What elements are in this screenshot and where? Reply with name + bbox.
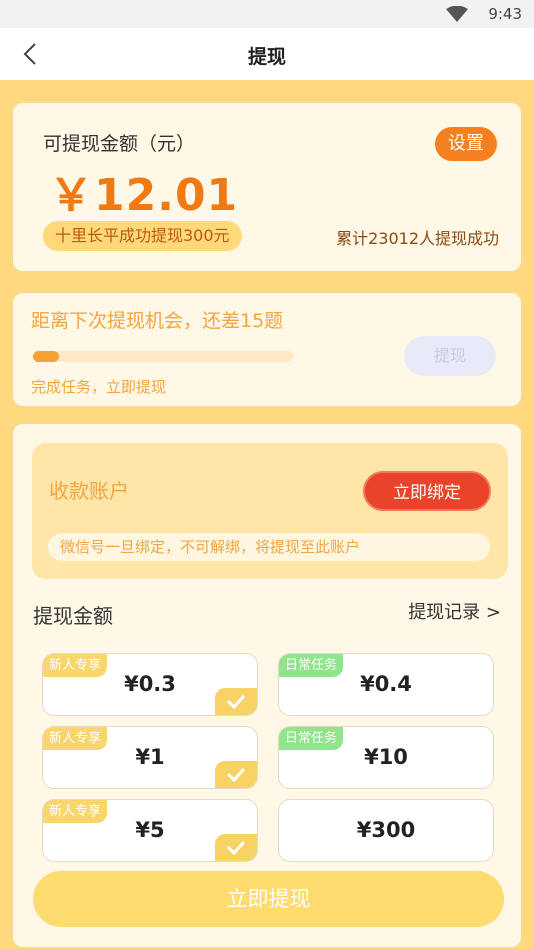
withdraw-record-link[interactable]: 提现记录 > <box>408 598 501 624</box>
amount-section-title: 提现金额 <box>33 604 113 628</box>
amount-option-0[interactable]: 新人专享 ¥0.3 <box>42 653 258 716</box>
withdraw-main-card: 收款账户 立即绑定 微信号一旦绑定，不可解绑，将提现至此账户 提现金额 提现记录… <box>11 422 523 949</box>
next-chance-title: 距离下次提现机会，还差15题 <box>31 310 284 332</box>
bind-account-button[interactable]: 立即绑定 <box>363 471 491 511</box>
settings-button[interactable]: 设置 <box>435 127 497 161</box>
check-icon <box>215 834 257 861</box>
account-note: 微信号一旦绑定，不可解绑，将提现至此账户 <box>48 533 490 561</box>
withdraw-now-button[interactable]: 立即提现 <box>33 871 504 927</box>
progress-bar <box>33 351 293 362</box>
option-amount: ¥300 <box>356 818 416 842</box>
next-chance-subtitle: 完成任务，立即提现 <box>31 378 167 396</box>
option-amount: ¥0.4 <box>360 672 412 696</box>
check-icon <box>215 761 257 788</box>
amount-option-3[interactable]: 日常任务 ¥10 <box>278 726 494 789</box>
page-title: 提现 <box>247 46 286 68</box>
progress-fill <box>33 351 59 362</box>
withdraw-disabled-button[interactable]: 提现 <box>404 336 496 376</box>
next-chance-card: 距离下次提现机会，还差15题 完成任务，立即提现 提现 <box>11 291 523 408</box>
balance-value: ￥12.01 <box>49 170 239 221</box>
nav-bar: 提现 <box>0 28 534 80</box>
balance-card: 可提现金额（元） ￥12.01 设置 十里长平成功提现300元 累计23012人… <box>11 101 523 273</box>
amount-option-1[interactable]: 日常任务 ¥0.4 <box>278 653 494 716</box>
option-amount: ¥10 <box>364 745 408 769</box>
amount-option-4[interactable]: 新人专享 ¥5 <box>42 799 258 862</box>
balance-label: 可提现金额（元） <box>43 133 196 155</box>
amount-option-2[interactable]: 新人专享 ¥1 <box>42 726 258 789</box>
amount-option-5[interactable]: ¥300 <box>278 799 494 862</box>
total-withdrawn-text: 累计23012人提现成功 <box>336 229 499 248</box>
status-time: 9:43 <box>488 5 522 23</box>
wifi-icon <box>446 6 468 22</box>
status-bar: 9:43 <box>0 0 534 28</box>
account-box: 收款账户 立即绑定 微信号一旦绑定，不可解绑，将提现至此账户 <box>32 443 508 579</box>
account-title: 收款账户 <box>49 479 129 503</box>
check-icon <box>215 688 257 715</box>
withdraw-notice: 十里长平成功提现300元 <box>43 221 242 251</box>
